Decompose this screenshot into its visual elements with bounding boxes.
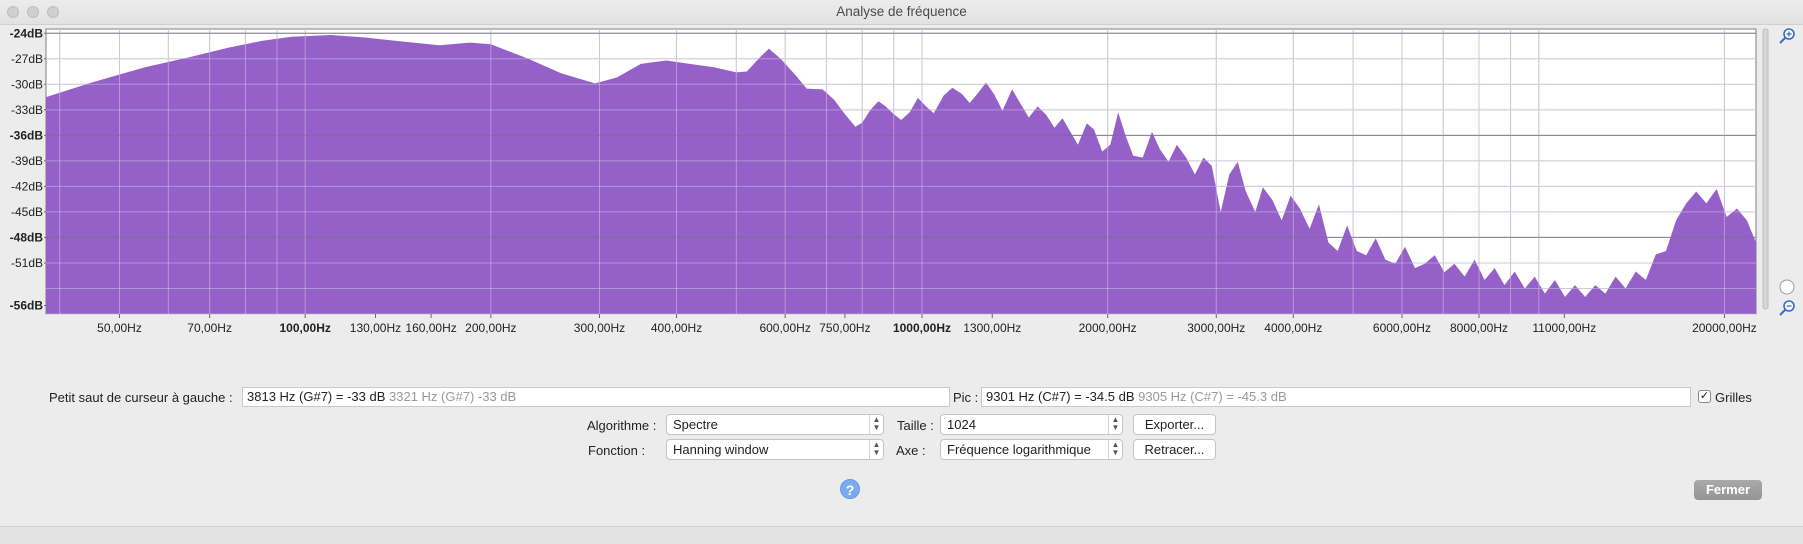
x-tick-label: 20000,00Hz	[1692, 321, 1757, 335]
x-tick-label: 750,00Hz	[819, 321, 870, 335]
x-tick-label: 6000,00Hz	[1373, 321, 1431, 335]
y-tick-label: -42dB	[11, 179, 43, 193]
cursor-ghost-value: 3321 Hz (G#7) -33 dB	[389, 389, 517, 404]
function-label: Fonction :	[588, 443, 646, 458]
cursor-readout: 3813 Hz (G#7) = -33 dB 3321 Hz (G#7) -33…	[242, 387, 950, 407]
select-arrows-icon: ▲ ▼	[1108, 440, 1122, 459]
function-value: Hanning window	[673, 442, 769, 457]
x-tick-label: 2000,00Hz	[1079, 321, 1137, 335]
window-title: Analyse de fréquence	[836, 4, 967, 19]
size-select[interactable]: 1024 ▲ ▼	[940, 414, 1123, 435]
zoom-slider-thumb[interactable]	[1779, 279, 1795, 295]
x-tick-label: 100,00Hz	[279, 321, 330, 335]
y-tick-label: -56dB	[10, 298, 44, 312]
y-tick-label: -33dB	[11, 103, 43, 117]
close-button[interactable]: Fermer	[1694, 480, 1762, 500]
x-axis: 50,00Hz 70,00Hz 100,00Hz 130,00Hz 160,00Hz 20…	[97, 314, 1757, 335]
y-tick-label: -24dB	[10, 26, 44, 40]
zoom-in-icon[interactable]	[1779, 28, 1795, 44]
size-label: Taille :	[897, 418, 934, 433]
x-tick-label: 4000,00Hz	[1264, 321, 1322, 335]
algorithm-value: Spectre	[673, 417, 718, 432]
y-tick-label: -27dB	[11, 52, 43, 66]
x-tick-label: 11000,00Hz	[1532, 321, 1596, 335]
select-arrows-icon: ▲ ▼	[1108, 415, 1122, 434]
replot-button[interactable]: Retracer...	[1133, 439, 1216, 460]
x-tick-label: 200,00Hz	[465, 321, 516, 335]
y-axis: -24dB -27dB -30dB -33dB -36dB -39dB -42dB -45dB…	[10, 26, 46, 312]
x-tick-label: 8000,00Hz	[1450, 321, 1508, 335]
cursor-label: Petit saut de curseur à gauche :	[49, 390, 233, 405]
axis-label: Axe :	[896, 443, 926, 458]
x-tick-label: 600,00Hz	[759, 321, 810, 335]
x-tick-label: 1300,00Hz	[963, 321, 1021, 335]
y-tick-label: -30dB	[11, 77, 43, 91]
axis-value: Fréquence logarithmique	[947, 442, 1091, 457]
algorithm-select[interactable]: Spectre ▲ ▼	[666, 414, 884, 435]
select-arrows-icon: ▲ ▼	[869, 440, 883, 459]
axis-select[interactable]: Fréquence logarithmique ▲ ▼	[940, 439, 1123, 460]
x-tick-label: 400,00Hz	[651, 321, 702, 335]
x-tick-label: 300,00Hz	[574, 321, 625, 335]
function-select[interactable]: Hanning window ▲ ▼	[666, 439, 884, 460]
peak-readout: 9301 Hz (C#7) = -34.5 dB 9305 Hz (C#7) =…	[981, 387, 1691, 407]
size-value: 1024	[947, 417, 976, 432]
y-tick-label: -51dB	[11, 256, 43, 270]
x-tick-label: 160,00Hz	[405, 321, 456, 335]
title-bar: Analyse de fréquence	[0, 0, 1803, 25]
x-tick-label: 1000,00Hz	[893, 321, 951, 335]
peak-ghost-value: 9305 Hz (C#7) = -45.3 dB	[1138, 389, 1287, 404]
x-tick-label: 70,00Hz	[187, 321, 232, 335]
x-tick-label: 130,00Hz	[350, 321, 401, 335]
grids-checkbox[interactable]: ✓	[1698, 390, 1711, 403]
peak-value: 9301 Hz (C#7) = -34.5 dB	[986, 389, 1135, 404]
y-tick-label: -45dB	[11, 205, 43, 219]
y-tick-label: -36dB	[10, 128, 44, 142]
peak-label: Pic :	[953, 390, 979, 405]
y-tick-label: -48dB	[10, 230, 44, 244]
export-button[interactable]: Exporter...	[1133, 414, 1216, 435]
help-button[interactable]: ?	[840, 479, 860, 499]
status-bar	[0, 526, 1803, 544]
select-arrows-icon: ▲ ▼	[869, 415, 883, 434]
spectrum-plot[interactable]: -24dB -27dB -30dB -33dB -36dB -39dB -42dB -45dB…	[0, 24, 1803, 384]
zoom-out-icon[interactable]	[1779, 300, 1795, 316]
cursor-value: 3813 Hz (G#7) = -33 dB	[247, 389, 386, 404]
x-tick-label: 3000,00Hz	[1187, 321, 1245, 335]
grids-label: Grilles	[1715, 390, 1752, 405]
y-tick-label: -39dB	[11, 154, 43, 168]
x-tick-label: 50,00Hz	[97, 321, 142, 335]
zoom-slider-track[interactable]	[1762, 28, 1769, 310]
algorithm-label: Algorithme :	[587, 418, 657, 433]
